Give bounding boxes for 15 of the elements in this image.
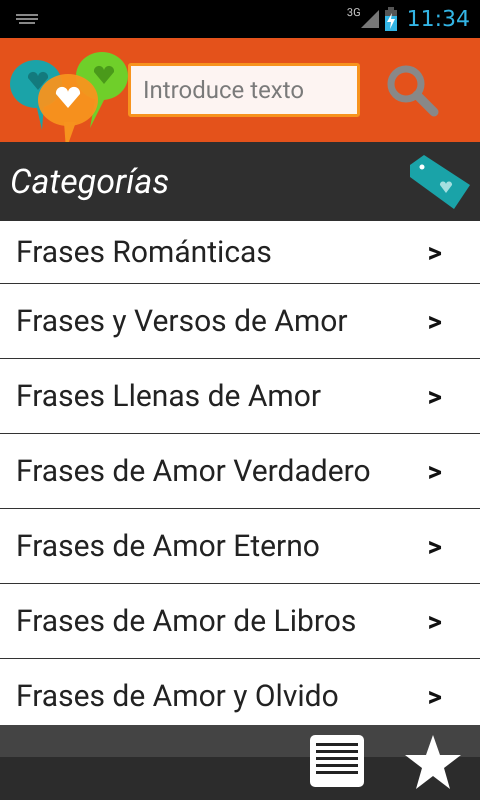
category-item[interactable]: Frases de Amor de Libros > (0, 584, 480, 659)
category-item[interactable]: Frases de Amor Eterno > (0, 509, 480, 584)
category-item[interactable]: Frases y Versos de Amor > (0, 284, 480, 359)
signal-icon (360, 10, 379, 28)
keyboard-icon (16, 14, 38, 24)
section-title: Categorías (10, 162, 170, 202)
category-item[interactable]: Frases de Amor Verdadero > (0, 434, 480, 509)
search-field[interactable]: Introduce texto (128, 63, 360, 117)
clock: 11:34 (406, 6, 470, 32)
network-type: 3G (346, 6, 361, 19)
star-icon[interactable] (404, 734, 462, 792)
category-item[interactable]: Frases Románticas > (0, 221, 480, 284)
category-item[interactable]: Frases Llenas de Amor > (0, 359, 480, 434)
tag-icon (410, 154, 470, 208)
battery-charging-icon (384, 7, 397, 31)
